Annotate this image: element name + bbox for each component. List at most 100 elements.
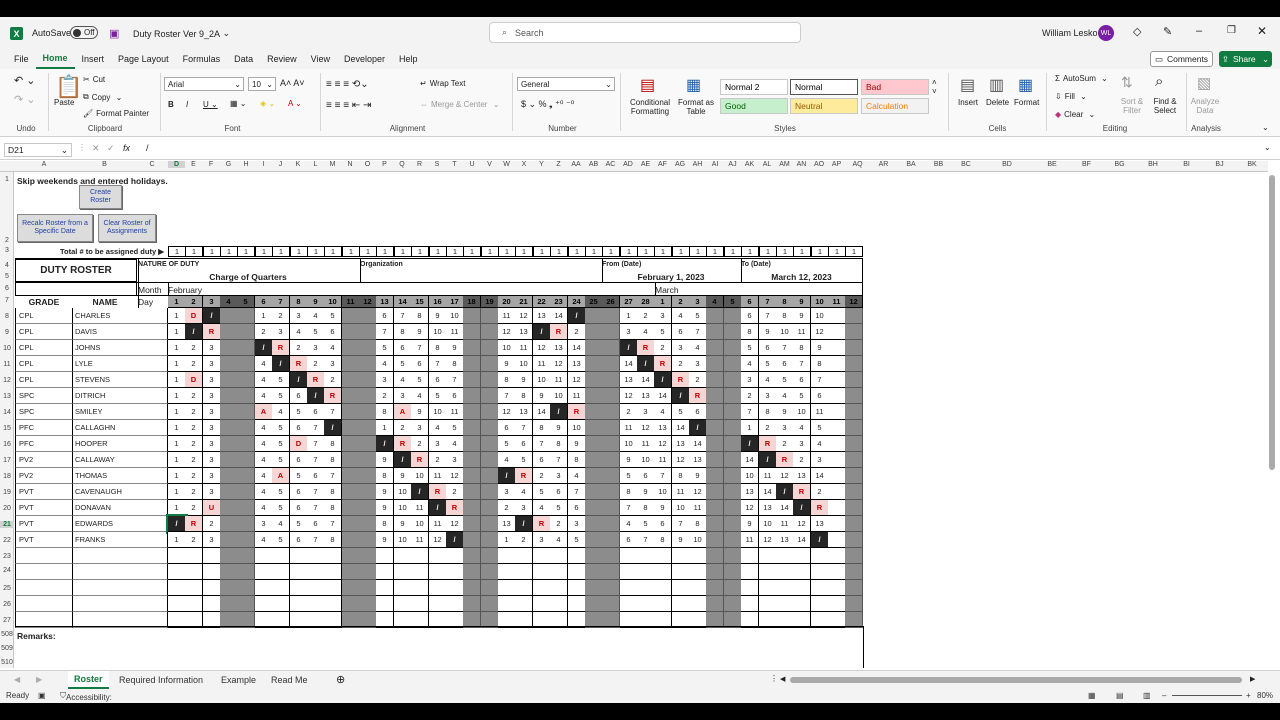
roster-cell[interactable]: 3	[759, 388, 777, 404]
empty-cell[interactable]	[255, 596, 273, 612]
empty-cell[interactable]	[429, 564, 447, 580]
worksheet[interactable]: Skip weekends and entered holidays. Crea…	[15, 172, 1268, 668]
roster-cell[interactable]: 12	[620, 388, 638, 404]
roster-cell[interactable]	[359, 452, 377, 468]
menu-page-layout[interactable]: Page Layout	[111, 49, 176, 69]
roster-cell[interactable]	[342, 468, 360, 484]
roster-cell[interactable]: /	[533, 324, 551, 340]
roster-cell[interactable]: 3	[498, 484, 516, 500]
roster-cell[interactable]	[602, 484, 620, 500]
empty-cell[interactable]	[376, 596, 394, 612]
roster-cell[interactable]	[481, 500, 499, 516]
roster-cell[interactable]: 13	[759, 500, 777, 516]
roster-cell[interactable]: 7	[376, 324, 394, 340]
row-header[interactable]: 16	[0, 441, 14, 448]
roster-cell[interactable]: 9	[376, 452, 394, 468]
grade-cell[interactable]: PV2	[15, 468, 73, 484]
column-header[interactable]: BB	[925, 161, 952, 168]
roster-cell[interactable]: /	[290, 372, 308, 388]
roster-cell[interactable]: /	[255, 340, 273, 356]
file-name[interactable]: Duty Roster Ver 9_2A ⌄	[133, 28, 230, 39]
roster-cell[interactable]: 1	[498, 532, 516, 548]
ribbon-collapse-icon[interactable]: ⌄	[1262, 123, 1269, 132]
column-header[interactable]: AI	[706, 161, 724, 168]
roster-cell[interactable]: 2	[185, 340, 203, 356]
roster-cell[interactable]	[585, 484, 603, 500]
roster-cell[interactable]: 7	[515, 420, 533, 436]
roster-cell[interactable]	[602, 308, 620, 324]
column-header[interactable]: AC	[602, 161, 619, 168]
column-header[interactable]: Y	[533, 161, 550, 168]
roster-cell[interactable]	[602, 356, 620, 372]
empty-cell[interactable]	[689, 580, 707, 596]
empty-cell[interactable]	[376, 580, 394, 596]
roster-cell[interactable]: 13	[550, 340, 568, 356]
roster-cell[interactable]: 4	[255, 484, 273, 500]
roster-cell[interactable]: 7	[307, 500, 325, 516]
roster-cell[interactable]	[828, 516, 846, 532]
roster-cell[interactable]: 2	[515, 532, 533, 548]
roster-cell[interactable]	[585, 436, 603, 452]
row-header[interactable]: 22	[0, 537, 14, 544]
roster-cell[interactable]: 5	[272, 532, 290, 548]
empty-cell[interactable]	[168, 564, 186, 580]
name-cell[interactable]: LYLE	[73, 356, 168, 372]
roster-cell[interactable]	[220, 340, 238, 356]
roster-cell[interactable]: 7	[550, 452, 568, 468]
name-cell[interactable]: CALLAGHN	[73, 420, 168, 436]
avatar[interactable]: WL	[1098, 25, 1114, 41]
roster-cell[interactable]: R	[637, 340, 655, 356]
insert-cells-icon[interactable]: ▤	[960, 75, 975, 95]
empty-cell[interactable]	[672, 580, 690, 596]
roster-cell[interactable]: 12	[811, 324, 829, 340]
roster-cell[interactable]: 4	[620, 516, 638, 532]
roster-cell[interactable]: 3	[654, 308, 672, 324]
roster-cell[interactable]: 5	[411, 372, 429, 388]
roster-cell[interactable]: 10	[446, 308, 464, 324]
roster-cell[interactable]: 14	[759, 484, 777, 500]
roster-cell[interactable]: R	[394, 436, 412, 452]
roster-cell[interactable]: 11	[429, 468, 447, 484]
roster-cell[interactable]: 5	[307, 324, 325, 340]
column-header[interactable]: V	[481, 161, 498, 168]
roster-cell[interactable]: 7	[498, 388, 516, 404]
roster-cell[interactable]: 9	[515, 372, 533, 388]
roster-cell[interactable]	[828, 420, 846, 436]
roster-cell[interactable]	[724, 436, 742, 452]
roster-cell[interactable]: /	[411, 484, 429, 500]
roster-cell[interactable]	[463, 436, 481, 452]
roster-cell[interactable]: 1	[168, 388, 186, 404]
column-header[interactable]: J	[272, 161, 289, 168]
style-calculation[interactable]: Calculation	[861, 98, 929, 114]
roster-cell[interactable]	[602, 500, 620, 516]
roster-cell[interactable]: 12	[568, 372, 586, 388]
roster-cell[interactable]: 11	[637, 436, 655, 452]
align-horizontal-icons[interactable]: ≡ ≡ ≡ ⇤ ⇥	[326, 100, 371, 111]
roster-cell[interactable]	[481, 372, 499, 388]
roster-cell[interactable]: 10	[498, 340, 516, 356]
empty-cell[interactable]	[237, 596, 255, 612]
roster-cell[interactable]: 5	[376, 340, 394, 356]
roster-cell[interactable]: 11	[741, 532, 759, 548]
roster-cell[interactable]: /	[672, 388, 690, 404]
roster-cell[interactable]: 10	[689, 532, 707, 548]
roster-cell[interactable]: /	[272, 356, 290, 372]
format-as-table-icon[interactable]: ▦	[686, 75, 701, 95]
roster-cell[interactable]: 4	[793, 420, 811, 436]
column-header[interactable]: AM	[776, 161, 793, 168]
comments-button[interactable]: ▭ Comments	[1150, 51, 1213, 67]
column-header[interactable]: Z	[550, 161, 567, 168]
scroll-left-icon[interactable]: ◀	[780, 675, 785, 683]
roster-cell[interactable]: 5	[290, 516, 308, 532]
total-assigned-cell[interactable]: 1	[602, 246, 620, 257]
roster-cell[interactable]: 4	[550, 532, 568, 548]
roster-cell[interactable]: 7	[307, 484, 325, 500]
empty-cell[interactable]	[759, 596, 777, 612]
roster-cell[interactable]: 10	[620, 436, 638, 452]
roster-cell[interactable]	[359, 388, 377, 404]
roster-cell[interactable]: 3	[793, 436, 811, 452]
empty-cell[interactable]	[498, 564, 516, 580]
empty-cell[interactable]	[73, 596, 168, 612]
empty-cell[interactable]	[481, 548, 499, 564]
roster-cell[interactable]: 13	[741, 484, 759, 500]
